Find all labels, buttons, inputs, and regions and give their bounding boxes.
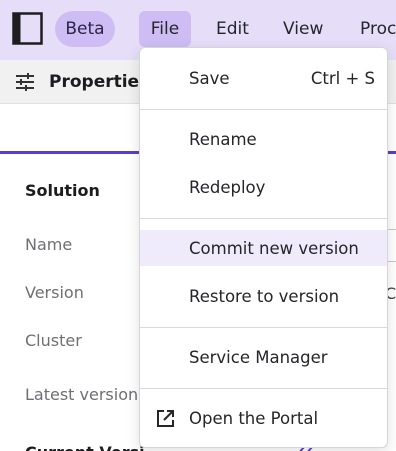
menu-item-commit-new-version[interactable]: Commit new version <box>140 230 387 266</box>
beta-badge: Beta <box>55 11 115 47</box>
menu-divider <box>140 109 387 110</box>
menu-item-save[interactable]: Save Ctrl + S <box>140 60 387 96</box>
service-manager-label: Service Manager <box>189 347 328 367</box>
menu-divider <box>140 388 387 389</box>
menu-edit[interactable]: Edit <box>216 11 249 47</box>
menu-view[interactable]: View <box>283 11 323 47</box>
save-shortcut: Ctrl + S <box>310 68 375 88</box>
menu-process[interactable]: Proc <box>360 11 396 47</box>
section-heading: Solution <box>25 181 100 200</box>
menu-divider <box>140 218 387 219</box>
menu-item-open-portal[interactable]: Open the Portal <box>140 400 387 436</box>
external-link-icon <box>157 410 174 427</box>
menu-divider <box>140 327 387 328</box>
rename-label: Rename <box>189 129 257 149</box>
menu-item-redeploy[interactable]: Redeploy <box>140 169 387 205</box>
restore-label: Restore to version <box>189 286 340 306</box>
file-menu-dropdown: Save Ctrl + S Rename Redeploy Commit new… <box>139 47 388 448</box>
save-label: Save <box>189 68 230 88</box>
redeploy-label: Redeploy <box>189 177 266 197</box>
commit-label: Commit new version <box>189 238 359 258</box>
menu-file[interactable]: File <box>139 11 191 47</box>
menu-item-rename[interactable]: Rename <box>140 121 387 157</box>
menu-item-restore-to-version[interactable]: Restore to version <box>140 278 387 314</box>
app-logo-icon[interactable] <box>12 12 43 45</box>
sliders-icon[interactable] <box>15 73 35 91</box>
field-label-version: Version <box>25 283 84 302</box>
properties-title: Properties <box>49 72 150 92</box>
menu-item-service-manager[interactable]: Service Manager <box>140 339 387 375</box>
field-label-name: Name <box>25 235 73 254</box>
open-portal-label: Open the Portal <box>189 408 319 428</box>
current-version-heading: Current Versi <box>25 443 145 451</box>
field-label-latest-version: Latest version <box>25 385 139 404</box>
field-label-cluster: Cluster <box>25 331 82 350</box>
